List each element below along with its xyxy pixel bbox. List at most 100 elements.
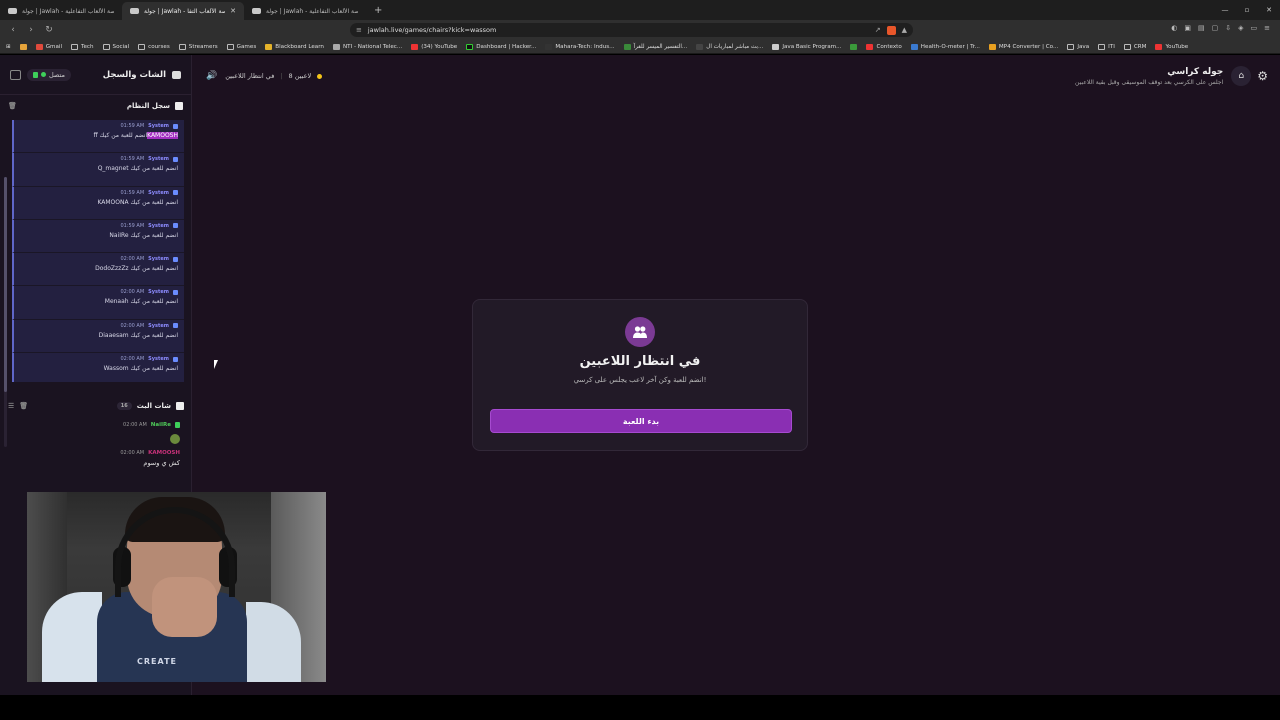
blackboard-icon bbox=[265, 43, 273, 50]
hackerrank-icon bbox=[466, 43, 474, 50]
log-meta: 01:59 AM System bbox=[20, 123, 178, 129]
browser-tab[interactable]: جولة | Jawlah - منصة الألعاب التفاعلية bbox=[244, 2, 366, 20]
bookmark[interactable]: Mahara-Tech: Indus... bbox=[545, 43, 615, 50]
bookmark-folder[interactable]: Java bbox=[1067, 43, 1090, 50]
home-icon: ⌂ bbox=[1238, 71, 1245, 81]
bookmark[interactable] bbox=[850, 43, 858, 50]
apps-icon[interactable]: ⊞ bbox=[6, 44, 11, 50]
bookmark[interactable]: Health-O-meter | Tr... bbox=[910, 43, 980, 50]
extension-icon[interactable]: ◐ bbox=[1171, 24, 1177, 32]
bookmark-label: Java bbox=[1077, 43, 1090, 50]
folder-icon bbox=[226, 43, 234, 50]
bookmark[interactable]: Gmail bbox=[35, 43, 62, 50]
bookmark-label: Blackboard Learn bbox=[275, 43, 324, 50]
log-scrollbar-thumb[interactable] bbox=[4, 177, 7, 392]
bookmark-folder[interactable]: CRM bbox=[1123, 43, 1146, 50]
log-item: 01:59 AM System KAMOONA انضم للعبة من كيك bbox=[12, 186, 184, 220]
jawlah-page: متصل الشات والسجل 🗑 سجل النظام 10 01:59 … bbox=[0, 55, 1280, 695]
trash-icon[interactable]: 🗑 bbox=[8, 102, 17, 110]
url-text[interactable]: jawlah.live/games/chairs?kick=wassom bbox=[368, 26, 496, 34]
bookmark-folder[interactable]: Tech bbox=[71, 43, 94, 50]
log-sender: System bbox=[148, 156, 169, 163]
folder-icon bbox=[1123, 43, 1131, 50]
bookmark[interactable]: (34) YouTube bbox=[411, 43, 458, 50]
bookmark-folder[interactable]: Streamers bbox=[178, 43, 218, 50]
chat-meta: 02:00 AM NaiIRe bbox=[12, 422, 180, 428]
maximize-icon[interactable]: ▫ bbox=[1236, 6, 1258, 14]
letterbox-bar bbox=[0, 695, 1280, 720]
bookmark-label: Dashboard | Hacker... bbox=[476, 43, 537, 50]
bookmark[interactable]: Blackboard Learn bbox=[265, 43, 324, 50]
address-bar[interactable]: ≡ jawlah.live/games/chairs?kick=wassom ↗… bbox=[350, 23, 913, 37]
bookmark-label: Contexto bbox=[876, 43, 902, 50]
bookmark-folder[interactable]: courses bbox=[138, 43, 170, 50]
tab-title: جولة | Jawlah - منصة الألعاب التفاعلية bbox=[266, 7, 358, 15]
online-label: متصل bbox=[49, 70, 66, 79]
chat-username[interactable]: NaiIRe bbox=[151, 422, 171, 428]
bookmark-label: NTI - National Telec... bbox=[342, 43, 403, 50]
vpn-icon[interactable]: ◈ bbox=[1238, 24, 1243, 32]
filter-icon[interactable]: ☰ bbox=[8, 402, 14, 410]
chat-username[interactable]: KAMOOSH bbox=[148, 450, 180, 456]
downloads-icon[interactable]: ⇩ bbox=[1225, 24, 1231, 32]
minimize-icon[interactable]: — bbox=[1214, 6, 1236, 14]
bookmark-folder[interactable]: ITI bbox=[1098, 43, 1115, 50]
log-text: KAMOONA انضم للعبة من كيك bbox=[97, 198, 178, 206]
browser-tab-active[interactable]: جولة | Jawlah - منصة الألعاب التفا... ✕ bbox=[122, 2, 244, 20]
nti-icon bbox=[332, 43, 340, 50]
system-icon bbox=[173, 223, 178, 229]
status-text: في انتظار اللاعبين bbox=[225, 72, 275, 80]
folder-icon bbox=[102, 43, 110, 50]
new-tab-button[interactable]: + bbox=[366, 5, 390, 16]
bookmark[interactable]: YouTube bbox=[1155, 43, 1188, 50]
status-dot-icon bbox=[317, 73, 323, 79]
home-button[interactable]: ⌂ bbox=[1231, 66, 1252, 86]
bookmark[interactable]: Java Basic Program... bbox=[772, 43, 841, 50]
window-controls: — ▫ ✕ bbox=[1214, 0, 1280, 20]
bookmark[interactable]: Contexto bbox=[866, 43, 902, 50]
brave-shields-icon[interactable] bbox=[886, 25, 896, 35]
game-status: في انتظار اللاعبين | 8 لاعبين bbox=[225, 72, 323, 80]
site-info-icon[interactable]: ≡ bbox=[356, 26, 362, 34]
forward-icon[interactable]: › bbox=[24, 23, 38, 37]
bookmark[interactable]: التفسير الميسر للقرآ... bbox=[623, 43, 687, 50]
sidebar-toggle-icon[interactable]: ▤ bbox=[1198, 24, 1205, 32]
bookmark[interactable]: MP4 Converter | Co... bbox=[988, 43, 1058, 50]
quran-icon bbox=[623, 43, 631, 50]
live-chat-header-row[interactable]: ☰ 🗑 16 شات البث bbox=[0, 395, 192, 417]
log-sender: System bbox=[148, 289, 169, 296]
log-meta: 02:00 AM System bbox=[20, 356, 178, 362]
browser-tab[interactable]: جولة | Jawlah - منصة الألعاب التفاعلية bbox=[0, 2, 122, 20]
trash-icon[interactable]: 🗑 bbox=[19, 402, 28, 410]
bookmark[interactable]: Dashboard | Hacker... bbox=[466, 43, 537, 50]
bookmark-folder[interactable]: Social bbox=[102, 43, 129, 50]
mouse-cursor bbox=[214, 360, 222, 369]
bookmark-label: (34) YouTube bbox=[421, 43, 458, 50]
start-game-button[interactable]: بدء اللعبة bbox=[490, 409, 792, 433]
settings-gear-icon[interactable]: ⚙ bbox=[1257, 69, 1268, 83]
chrome-icon bbox=[19, 43, 27, 50]
folder-icon bbox=[178, 43, 186, 50]
chat-icon bbox=[172, 70, 181, 79]
share-icon[interactable]: ↗ bbox=[875, 26, 881, 35]
menu-icon[interactable]: ≡ bbox=[1264, 24, 1270, 32]
reload-icon[interactable]: ↻ bbox=[42, 23, 56, 37]
bookmark[interactable]: NTI - National Telec... bbox=[332, 43, 403, 50]
close-tab-icon[interactable]: ✕ bbox=[230, 7, 236, 15]
brave-rewards-icon[interactable]: ▲ bbox=[902, 26, 907, 35]
speaker-icon[interactable]: 🔊 bbox=[206, 71, 217, 81]
bookmark-folder[interactable]: Games bbox=[226, 43, 256, 50]
log-time: 02:00 AM bbox=[120, 289, 145, 296]
chat-time: 02:00 AM bbox=[123, 422, 147, 428]
collapse-sidebar-icon[interactable] bbox=[10, 69, 21, 80]
wallet-icon[interactable]: ▭ bbox=[1251, 24, 1258, 32]
bookmark[interactable] bbox=[19, 43, 27, 50]
bookmark[interactable]: بث مباشر لمباريات ال... bbox=[696, 43, 763, 50]
system-icon bbox=[173, 156, 178, 162]
bookmarks-bar: ⊞ Gmail Tech Social courses Streamers Ga… bbox=[0, 40, 1280, 54]
back-icon[interactable]: ‹ bbox=[6, 23, 20, 37]
tabs-icon[interactable]: ▢ bbox=[1212, 24, 1219, 32]
close-window-icon[interactable]: ✕ bbox=[1258, 6, 1280, 14]
extension-icon[interactable]: ▣ bbox=[1184, 24, 1191, 32]
system-log-header[interactable]: 🗑 سجل النظام 10 bbox=[0, 95, 191, 117]
